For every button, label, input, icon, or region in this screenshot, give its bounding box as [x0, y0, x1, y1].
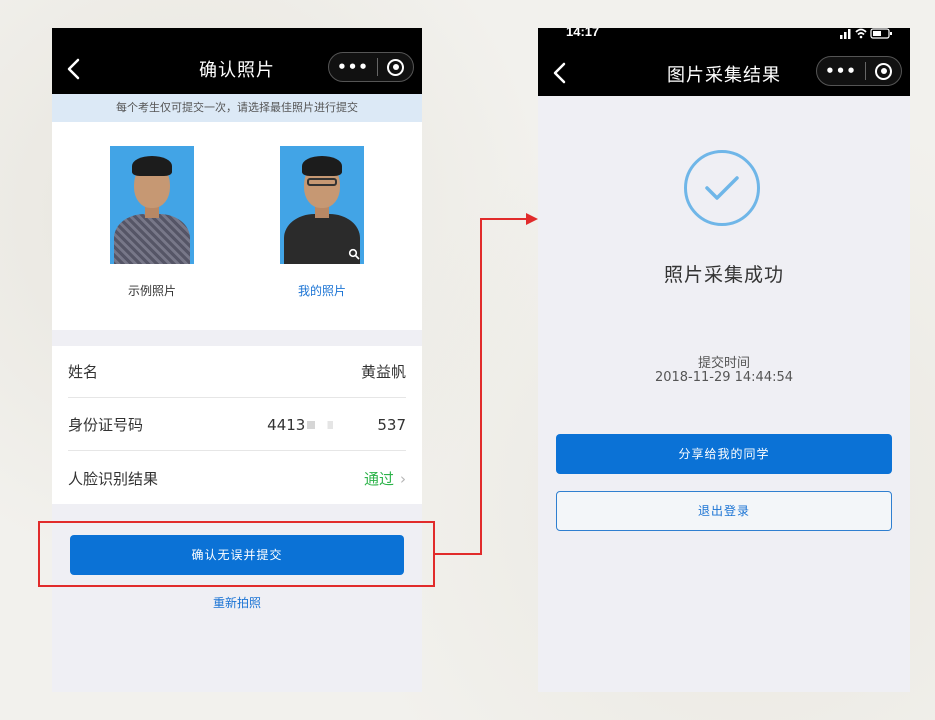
sample-photo-card: 示例照片	[110, 146, 194, 299]
retake-photo-link[interactable]: 重新拍照	[52, 594, 422, 611]
glasses	[307, 178, 337, 186]
id-number-value: 4413 537	[267, 416, 406, 434]
chevron-right-icon: ›	[400, 469, 406, 488]
annotation-connector	[435, 553, 481, 555]
close-program-icon[interactable]	[378, 58, 413, 76]
zoom-icon[interactable]	[348, 248, 360, 260]
annotation-connector-vertical	[480, 219, 482, 555]
status-bar: 14:17	[538, 28, 910, 44]
sample-photo-label: 示例照片	[127, 284, 176, 298]
annotation-highlight-box	[38, 521, 435, 587]
face-result-text: 通过	[363, 469, 394, 488]
info-row-id-number: 身份证号码 4413 537	[68, 399, 406, 451]
logout-button[interactable]: 退出登录	[556, 491, 892, 531]
mini-program-capsule: •••	[328, 52, 414, 82]
info-row-name: 姓名 黄益帆	[68, 346, 406, 398]
close-program-icon[interactable]	[866, 62, 901, 80]
my-photo-label[interactable]: 我的照片	[280, 282, 364, 299]
success-message: 照片采集成功	[663, 264, 784, 286]
face-result-label: 人脸识别结果	[68, 469, 159, 488]
status-time: 14:17	[566, 28, 600, 39]
annotation-connector-top	[480, 218, 528, 220]
status-bar	[52, 28, 422, 44]
confirm-photo-screen: 确认照片 ••• 每个考生仅可提交一次，请选择最佳照片进行提交 示例照片 我的照…	[52, 28, 422, 692]
my-photo[interactable]	[280, 146, 364, 264]
sample-photo	[110, 146, 194, 264]
submit-time-label: 提交时间	[697, 356, 750, 371]
name-label: 姓名	[68, 363, 99, 381]
info-row-face-result[interactable]: 人脸识别结果 通过 ›	[68, 452, 406, 504]
photo-comparison-panel: 示例照片 我的照片	[52, 122, 422, 330]
name-value: 黄益帆	[360, 363, 406, 381]
navigation-bar: 14:17 图片采集结果 •••	[538, 28, 910, 96]
collection-result-screen: 14:17 图片采集结果 ••• 照片采集成功 提交时间 2018-11-29 …	[538, 28, 910, 692]
candidate-info-panel: 姓名 黄益帆 身份证号码 4413 537 人脸识别结果 通过 ›	[52, 346, 422, 504]
more-options-icon[interactable]: •••	[817, 62, 865, 80]
share-button[interactable]: 分享给我的同学	[556, 434, 892, 474]
id-number-suffix: 537	[377, 415, 406, 434]
face-result-value[interactable]: 通过 ›	[364, 468, 406, 489]
id-number-label: 身份证号码	[68, 416, 144, 434]
submission-notice: 每个考生仅可提交一次，请选择最佳照片进行提交	[52, 94, 422, 122]
submit-time-value: 2018-11-29 14:44:54	[654, 370, 794, 385]
more-options-icon[interactable]: •••	[329, 58, 377, 76]
mini-program-capsule: •••	[816, 56, 902, 86]
redaction-mask	[307, 421, 376, 429]
my-photo-card[interactable]: 我的照片	[280, 146, 364, 299]
annotation-arrow-icon	[526, 213, 538, 225]
navigation-bar: 确认照片 •••	[52, 28, 422, 94]
success-check-icon	[684, 150, 760, 226]
signal-wifi-battery-icons	[840, 28, 894, 43]
id-number-prefix: 4413	[267, 415, 306, 434]
